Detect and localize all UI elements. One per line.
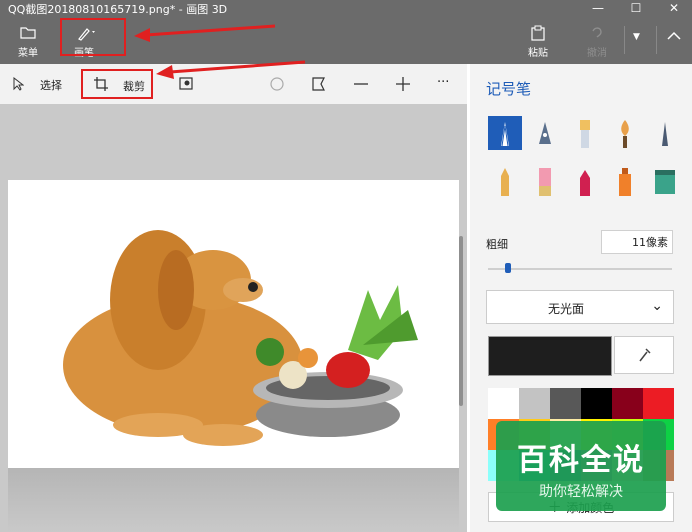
oil-brush[interactable] <box>568 116 602 150</box>
clipboard-icon <box>531 25 545 41</box>
annotation-arrow <box>134 24 276 42</box>
menu-button[interactable]: 菜单 <box>6 22 50 59</box>
calligraphy-pen-brush[interactable] <box>528 116 562 150</box>
title-bar: QQ截图20180810165719.png* - 画图 3D — ☐ ✕ <box>0 0 692 16</box>
paste-label: 粘贴 <box>528 48 548 59</box>
canvas-toolbar: 选择 裁剪 ··· <box>0 60 467 105</box>
calligraphy-pen-icon <box>539 122 551 144</box>
thickness-slider[interactable] <box>488 268 672 270</box>
ribbon-divider <box>656 26 657 54</box>
spray-can-brush[interactable] <box>568 164 602 198</box>
cursor-icon <box>13 77 24 91</box>
pixel-pen-icon <box>539 168 551 196</box>
flag-icon[interactable] <box>310 76 328 92</box>
spray-icon <box>619 168 631 196</box>
palette-color[interactable] <box>550 388 581 419</box>
eyedropper-icon <box>639 348 651 362</box>
eyedropper-button[interactable] <box>614 336 674 374</box>
oil-brush-icon <box>580 120 590 148</box>
crop-icon <box>94 77 108 91</box>
vertical-scrollbar[interactable] <box>459 236 463 406</box>
palette-color[interactable] <box>612 388 643 419</box>
panel-title: 记号笔 <box>486 80 532 98</box>
canvas-shadow <box>8 468 459 532</box>
crayon-icon <box>501 168 509 196</box>
ribbon-divider <box>624 26 625 54</box>
palette-color[interactable] <box>581 388 612 419</box>
crayon-brush[interactable] <box>488 164 522 198</box>
palette-color[interactable] <box>643 388 674 419</box>
pencil-brush[interactable] <box>648 116 682 150</box>
crop-button[interactable]: 裁剪 <box>81 69 153 99</box>
menu-label: 菜单 <box>18 48 38 59</box>
undo-dropdown-icon[interactable]: ▼ <box>633 32 645 44</box>
undo-icon <box>592 27 602 38</box>
select-label[interactable]: 选择 <box>40 77 62 101</box>
watermark-subtitle: 助你轻松解决 <box>539 484 623 500</box>
canvas-image[interactable] <box>8 180 459 468</box>
thickness-slider-thumb[interactable] <box>505 263 512 273</box>
fill-brush[interactable] <box>648 164 682 198</box>
palette-color[interactable] <box>488 388 519 419</box>
brushes-highlight-box <box>60 18 126 56</box>
watermark: 百科全说 助你轻松解决 <box>496 421 666 511</box>
crop-label: 裁剪 <box>123 80 145 93</box>
sticker-icon[interactable] <box>268 76 286 92</box>
finish-value: 无光面 <box>547 302 584 316</box>
watermark-title: 百科全说 <box>517 443 645 478</box>
annotation-arrow <box>156 60 306 79</box>
marker-icon <box>501 122 509 147</box>
canvas-workspace[interactable] <box>0 104 467 532</box>
window-title: QQ截图20180810165719.png* - 画图 3D <box>8 3 228 16</box>
zoom-in-icon[interactable] <box>394 76 412 92</box>
paste-button[interactable]: 粘贴 <box>516 22 560 59</box>
undo-button[interactable]: 撤消 <box>575 22 619 59</box>
zoom-out-icon[interactable] <box>352 76 370 92</box>
more-options-button[interactable]: ··· <box>437 75 449 99</box>
fill-bucket-icon <box>655 170 675 194</box>
minimize-button[interactable]: — <box>584 0 612 16</box>
current-color-swatch[interactable] <box>488 336 612 376</box>
ribbon: 菜单 画笔 粘贴 撤消 ▼ <box>0 16 692 64</box>
palette-color[interactable] <box>519 388 550 419</box>
spray-brush[interactable] <box>608 164 642 198</box>
marker-brush[interactable] <box>488 116 522 150</box>
chevron-down-icon: ⌄ <box>651 298 663 314</box>
pixel-pen-brush[interactable] <box>528 164 562 198</box>
folder-icon <box>20 27 36 39</box>
maximize-button[interactable]: ☐ <box>622 0 650 16</box>
pencil-icon <box>662 122 668 146</box>
dog-with-vegetables-photo <box>63 230 418 446</box>
spray-can-icon <box>580 170 590 196</box>
thickness-label: 粗细 <box>486 238 508 251</box>
thickness-input[interactable]: 11像素 <box>601 230 673 254</box>
close-button[interactable]: ✕ <box>660 0 688 16</box>
collapse-ribbon-icon[interactable] <box>666 30 682 42</box>
watercolor-brush[interactable] <box>608 116 642 150</box>
undo-label: 撤消 <box>587 48 607 59</box>
finish-dropdown[interactable]: 无光面 ⌄ <box>486 290 674 324</box>
watercolor-icon <box>621 120 629 148</box>
